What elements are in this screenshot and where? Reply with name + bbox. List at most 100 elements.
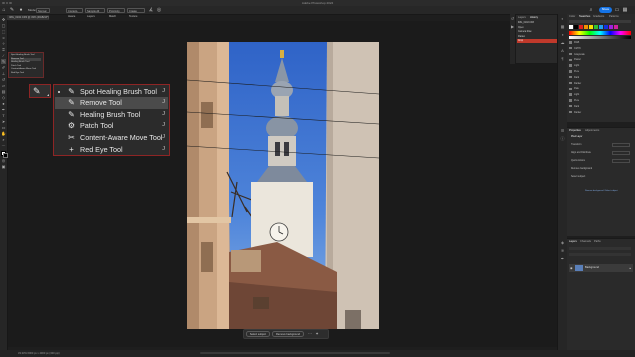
swatch-search-field[interactable] bbox=[569, 20, 631, 23]
color-swatch[interactable] bbox=[579, 25, 583, 29]
flyout-item-remove[interactable]: ✎ Remove Tool J bbox=[55, 97, 168, 109]
home-icon[interactable]: ⌂ bbox=[1, 7, 7, 13]
swatch-folder[interactable]: Darker bbox=[569, 82, 629, 87]
screen-mode-icon[interactable]: ▣ bbox=[1, 164, 6, 169]
mini-item-red-eye[interactable]: Red Eye Tool bbox=[11, 72, 41, 76]
property-row[interactable]: Transform bbox=[571, 144, 581, 146]
healing-tool-icon[interactable]: ✎ bbox=[1, 59, 6, 64]
tab-channels[interactable]: Channels bbox=[580, 240, 591, 244]
paragraph-panel-icon[interactable]: ¶ bbox=[560, 56, 566, 62]
layer-filter-bar[interactable] bbox=[569, 247, 631, 250]
blend-mode-bar[interactable] bbox=[569, 253, 631, 256]
dodge-tool-icon[interactable]: ● bbox=[1, 101, 6, 106]
tab-history[interactable]: History bbox=[530, 16, 538, 20]
flyout-item-red-eye[interactable]: + Red Eye Tool J bbox=[55, 144, 168, 156]
visibility-eye-icon[interactable]: ◉ bbox=[570, 266, 573, 270]
properties-panel-icon[interactable]: ☰ bbox=[560, 128, 566, 134]
flyout-item-spot-healing[interactable]: ✎ Spot Healing Brush Tool J bbox=[55, 86, 168, 98]
swatch-folder[interactable]: Dark bbox=[569, 76, 629, 81]
flyout-item-content-aware-move[interactable]: ✂ Content-Aware Move Tool J bbox=[55, 132, 168, 144]
path-select-icon[interactable]: ➤ bbox=[1, 119, 6, 124]
pressure-icon[interactable]: ◎ bbox=[156, 7, 162, 13]
move-tool-icon[interactable]: ✥ bbox=[1, 17, 6, 22]
history-row[interactable]: Flatten bbox=[517, 35, 557, 39]
tab-layers[interactable]: Layers bbox=[569, 240, 577, 244]
panels-menu-icon[interactable]: ▦ bbox=[622, 7, 628, 13]
clone-stamp-icon[interactable]: ⊥ bbox=[1, 71, 6, 76]
gradient-tool-icon[interactable]: ▤ bbox=[1, 89, 6, 94]
tab-adjustments[interactable]: Adjustments bbox=[585, 129, 599, 133]
swatch-folder[interactable]: Pastel bbox=[569, 58, 629, 63]
pin-icon[interactable]: ✦ bbox=[314, 331, 320, 337]
swatch-folder[interactable]: Light bbox=[569, 93, 629, 98]
color-swatch[interactable] bbox=[574, 25, 578, 29]
brush-tool-icon[interactable]: ✐ bbox=[1, 65, 6, 70]
color-swatch[interactable] bbox=[569, 25, 573, 29]
type-tool-icon[interactable]: T bbox=[1, 113, 6, 118]
color-swatch[interactable] bbox=[609, 25, 613, 29]
layer-row-background[interactable]: ◉ Background 🔒︎ bbox=[569, 264, 633, 272]
tab-swatches[interactable]: Swatches bbox=[579, 15, 590, 19]
property-field[interactable] bbox=[612, 159, 630, 163]
share-button[interactable]: Share bbox=[599, 7, 612, 13]
history-brush-icon[interactable]: ↺ bbox=[1, 77, 6, 82]
tab-layers-comp[interactable]: Layers bbox=[518, 16, 526, 20]
swatch-folder[interactable]: Dark bbox=[569, 105, 629, 110]
horizontal-scrollbar[interactable] bbox=[200, 352, 390, 354]
flyout-item-patch[interactable]: ⚙ Patch Tool J bbox=[55, 120, 168, 132]
property-row[interactable]: Select subject bbox=[571, 176, 585, 178]
layers-panel-icon[interactable]: ◈ bbox=[560, 240, 566, 246]
rgb-swatch-strip[interactable] bbox=[569, 31, 631, 35]
libraries-panel-icon[interactable]: ☁ bbox=[560, 40, 566, 46]
search-icon[interactable]: ⌕ bbox=[588, 7, 594, 13]
shape-tool-icon[interactable]: ▭ bbox=[1, 125, 6, 130]
tab-gradients[interactable]: Gradients bbox=[593, 15, 604, 19]
select-subject-button[interactable]: Select subject bbox=[246, 331, 270, 337]
swatch-folder[interactable]: Darker bbox=[569, 111, 629, 116]
history-row[interactable]: Open bbox=[517, 26, 557, 30]
content-aware-button[interactable]: Content-Aware bbox=[66, 7, 83, 18]
sample-all-layers-button[interactable]: Sample All Layers bbox=[85, 7, 105, 18]
brush-angle-icon[interactable]: ∡ bbox=[148, 7, 154, 13]
more-tools-icon[interactable]: ⋯ bbox=[1, 143, 6, 148]
more-options-icon[interactable]: ⋯ bbox=[307, 331, 313, 337]
adjustments-panel-icon[interactable]: ◑ bbox=[560, 32, 566, 38]
crop-tool-icon[interactable]: ⌗ bbox=[1, 47, 6, 52]
mode-select[interactable]: Normal bbox=[36, 7, 50, 13]
color-swatch[interactable] bbox=[594, 25, 598, 29]
history-row[interactable]: Camera Raw bbox=[517, 30, 557, 34]
swatch-folder[interactable]: Grayscale bbox=[569, 53, 629, 58]
property-row[interactable]: Remove background bbox=[571, 168, 592, 170]
glyphs-panel-icon[interactable]: A bbox=[560, 48, 566, 54]
quick-mask-icon[interactable]: ◎ bbox=[1, 158, 6, 163]
color-swatch[interactable] bbox=[589, 25, 593, 29]
swatch-folder[interactable]: Pure bbox=[569, 70, 629, 75]
swatch-folder[interactable]: Pale bbox=[569, 87, 629, 92]
hand-tool-icon[interactable]: ✋ bbox=[1, 131, 6, 136]
remove-background-button[interactable]: Remove background bbox=[272, 331, 304, 337]
eraser-tool-icon[interactable]: ▱ bbox=[1, 83, 6, 88]
grayscale-swatch-strip[interactable] bbox=[569, 36, 631, 39]
marquee-tool-icon[interactable]: ⬚ bbox=[1, 29, 6, 34]
document-tab[interactable]: IMG_0102.CR3 @ 33% (RGB/16*) bbox=[7, 15, 49, 20]
healing-tool-callout[interactable]: ✎ bbox=[29, 84, 51, 98]
swatch-folder[interactable]: Pure bbox=[569, 99, 629, 104]
swatch-folder[interactable]: RGB bbox=[569, 41, 629, 46]
history-row-selected[interactable]: Crop bbox=[517, 39, 557, 43]
spot-healing-brush-icon[interactable]: ✎ bbox=[9, 7, 15, 13]
color-swatch[interactable] bbox=[614, 25, 618, 29]
color-swatch[interactable] bbox=[604, 25, 608, 29]
color-panel-icon[interactable]: ◐ bbox=[560, 16, 566, 22]
flyout-item-healing-brush[interactable]: ✎ Healing Brush Tool J bbox=[55, 109, 168, 121]
quick-select-tool-icon[interactable]: ✧ bbox=[1, 41, 6, 46]
workspace-icon[interactable]: ▭ bbox=[614, 7, 620, 13]
tab-properties[interactable]: Properties bbox=[569, 129, 581, 133]
zoom-tool-icon[interactable]: ⌕ bbox=[1, 137, 6, 142]
tab-paths[interactable]: Paths bbox=[594, 240, 601, 244]
brush-preset-icon[interactable]: ● bbox=[18, 7, 24, 13]
paths-panel-icon[interactable]: ✒ bbox=[560, 256, 566, 262]
property-row[interactable]: Quick Actions bbox=[571, 160, 585, 162]
swatch-folder[interactable]: Light bbox=[569, 64, 629, 69]
document-image[interactable] bbox=[187, 42, 379, 329]
color-swatch[interactable] bbox=[584, 25, 588, 29]
